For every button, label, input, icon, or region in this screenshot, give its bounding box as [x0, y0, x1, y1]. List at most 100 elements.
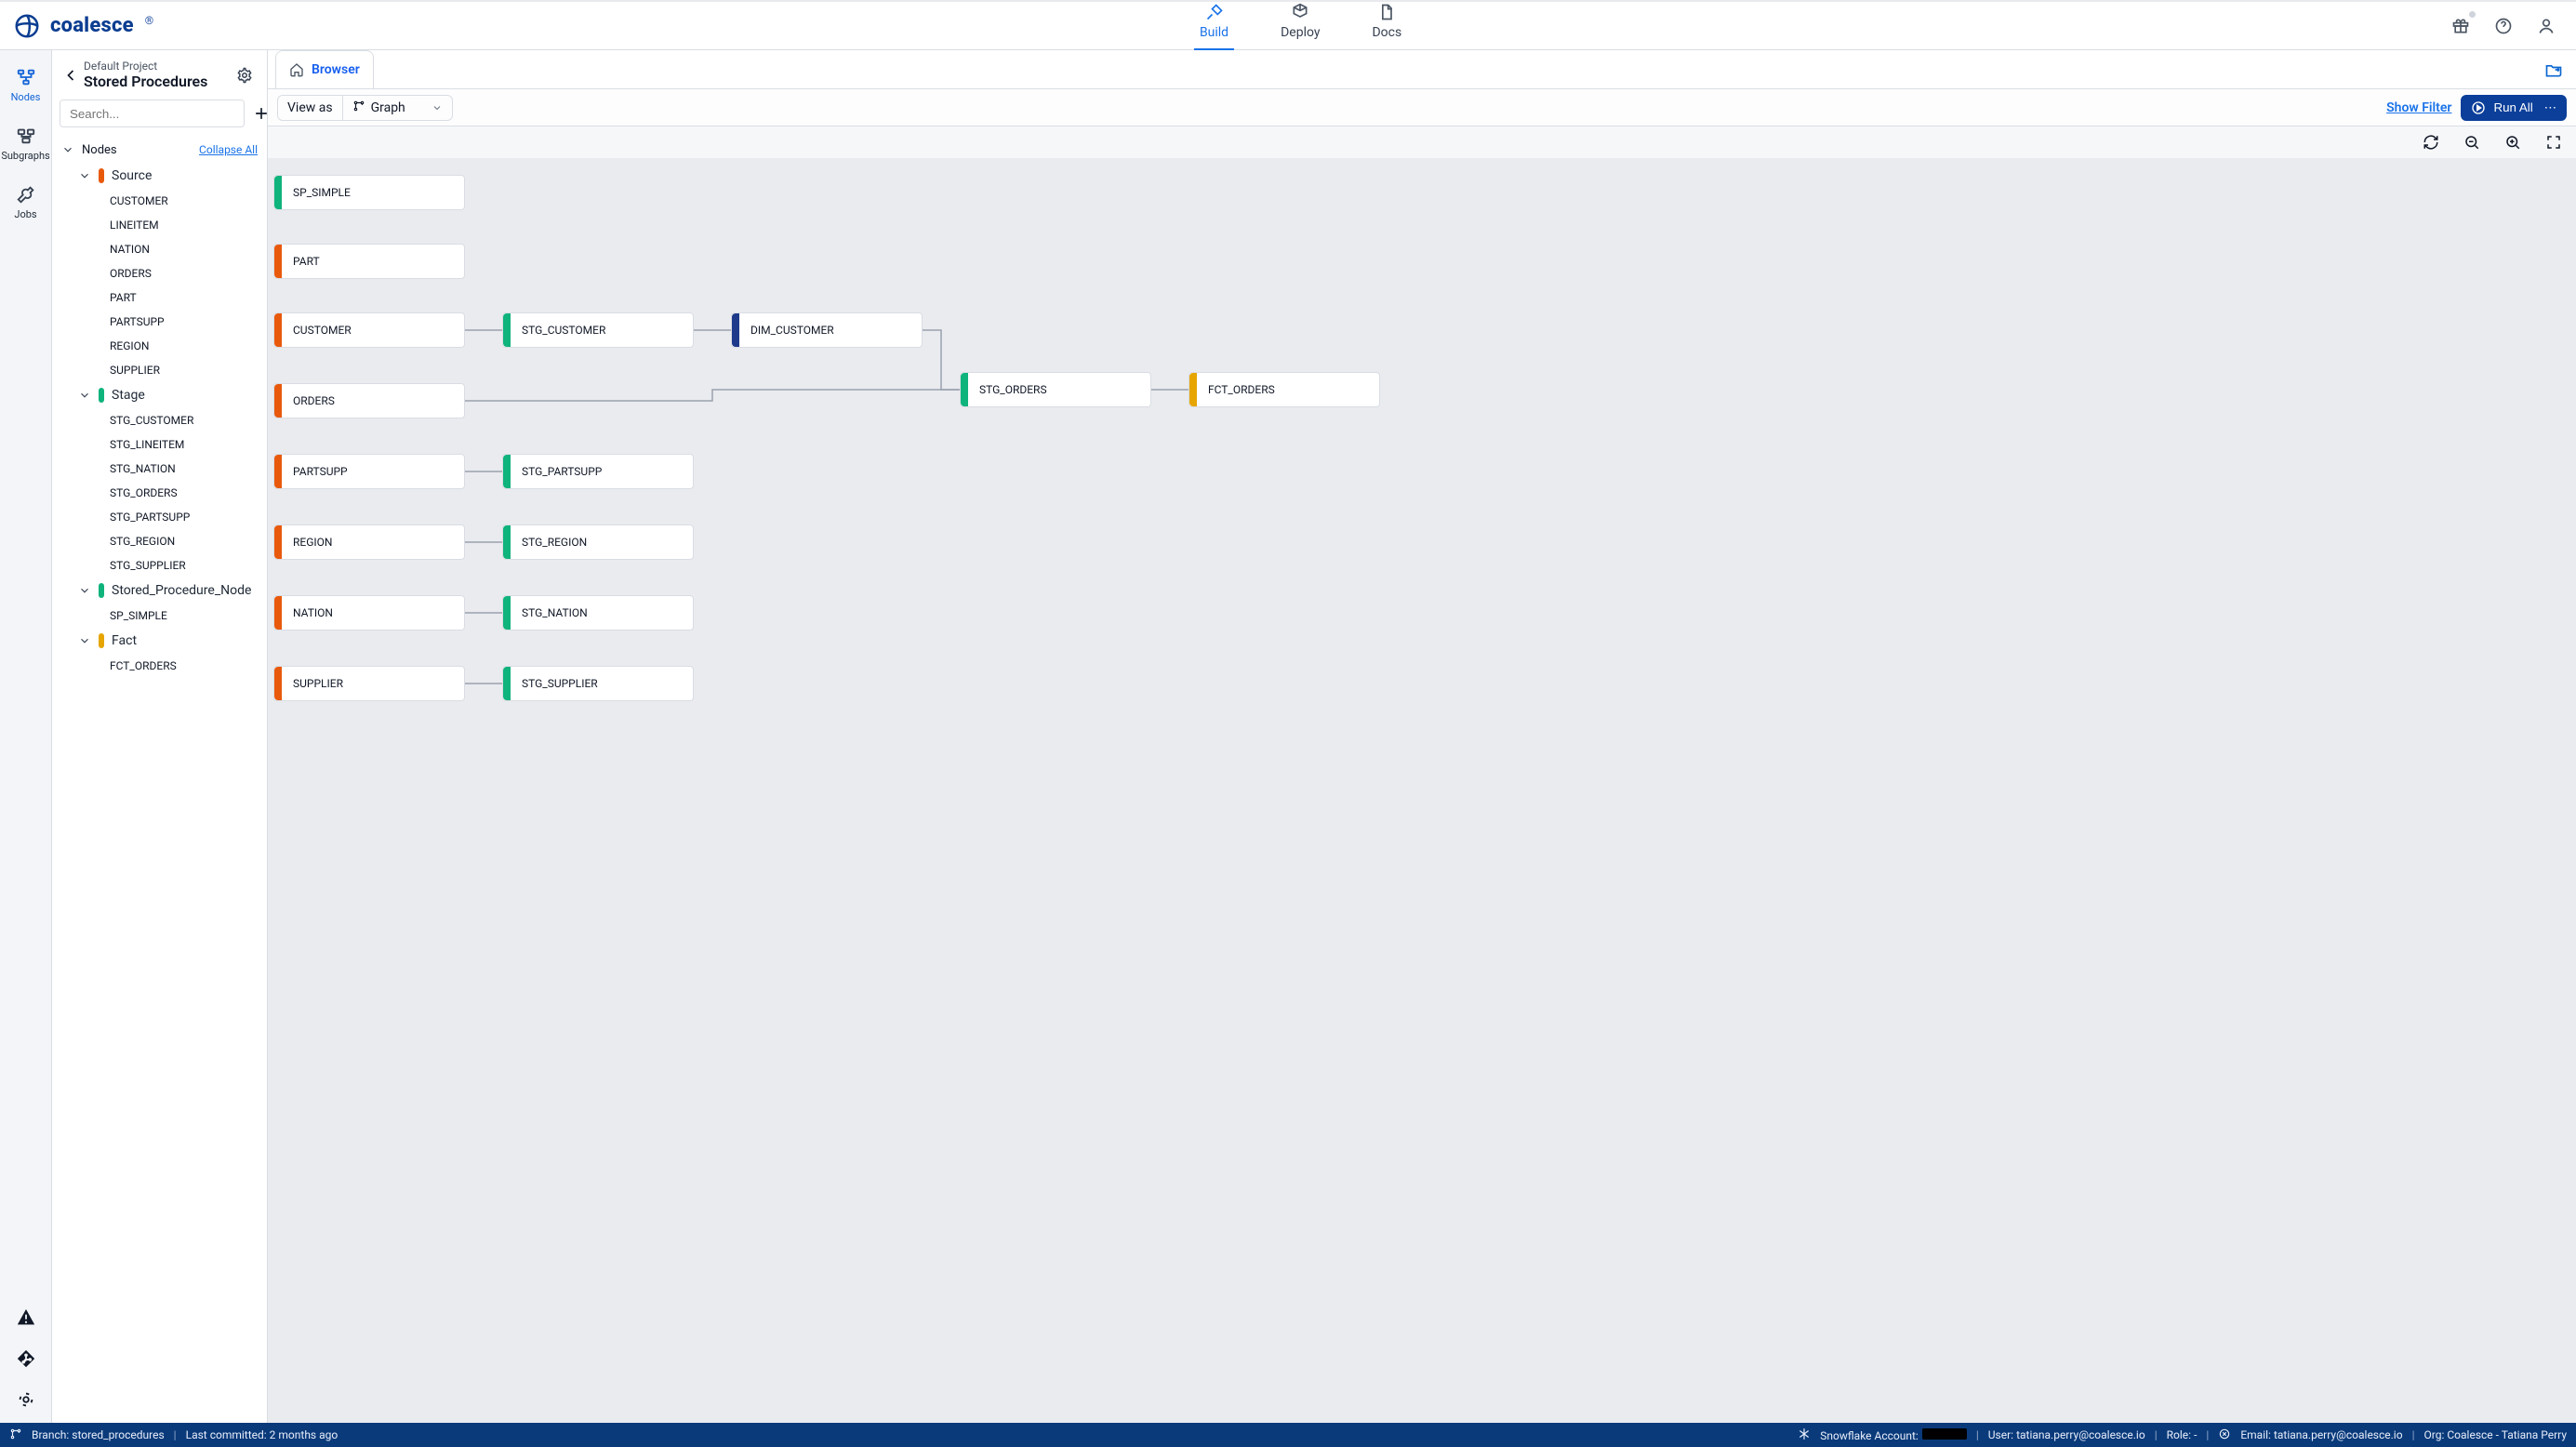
nodes-icon: [16, 67, 36, 87]
tabs: Browser: [268, 50, 374, 88]
leaf-stage-1[interactable]: STG_LINEITEM: [58, 432, 261, 457]
folder-external-icon[interactable]: [2541, 57, 2567, 83]
view-as-segment: View as Graph: [277, 95, 453, 121]
node-color-bar: [503, 313, 511, 347]
leaf-source-3[interactable]: ORDERS: [58, 261, 261, 285]
group-fact-label: Fact: [112, 633, 137, 648]
graph-node-sp_simple[interactable]: SP_SIMPLE: [273, 175, 465, 210]
graph-node-dim_customer[interactable]: DIM_CUSTOMER: [731, 312, 923, 348]
tab-browser[interactable]: Browser: [275, 50, 374, 88]
refresh-icon[interactable]: [2418, 129, 2444, 155]
tree-nodes-header[interactable]: Nodes Collapse All: [58, 137, 261, 163]
node-label: DIM_CUSTOMER: [739, 324, 845, 337]
color-chip-green: [99, 388, 104, 403]
search-input[interactable]: [60, 100, 245, 127]
graph-node-stg_customer[interactable]: STG_CUSTOMER: [502, 312, 694, 348]
rail-jobs-label: Jobs: [14, 208, 36, 220]
run-all-button[interactable]: Run All ⋯: [2461, 95, 2567, 121]
graph-node-region[interactable]: REGION: [273, 524, 465, 560]
group-stage-label: Stage: [112, 388, 145, 403]
nav-docs[interactable]: Docs: [1366, 0, 1407, 49]
group-source[interactable]: Source: [58, 163, 261, 189]
graph-node-stg_region[interactable]: STG_REGION: [502, 524, 694, 560]
leaf-fact-0[interactable]: FCT_ORDERS: [58, 654, 261, 678]
leaf-source-6[interactable]: REGION: [58, 334, 261, 358]
graph-node-stg_partsupp[interactable]: STG_PARTSUPP: [502, 454, 694, 489]
leaf-source-5[interactable]: PARTSUPP: [58, 310, 261, 334]
subgraphs-icon: [16, 126, 36, 146]
git-icon[interactable]: [16, 1348, 36, 1369]
graph-node-stg_orders[interactable]: STG_ORDERS: [960, 372, 1151, 407]
leaf-source-0[interactable]: CUSTOMER: [58, 189, 261, 213]
gear-icon[interactable]: [232, 62, 258, 88]
leaf-source-2[interactable]: NATION: [58, 237, 261, 261]
gift-icon[interactable]: [2448, 13, 2474, 39]
show-filter-link[interactable]: Show Filter: [2386, 100, 2451, 115]
leaf-stage-4[interactable]: STG_PARTSUPP: [58, 505, 261, 529]
zoom-in-icon[interactable]: [2500, 129, 2526, 155]
user-label: User: tatiana.perry@coalesce.io: [1988, 1428, 2145, 1441]
tools-icon: [1205, 3, 1224, 21]
zoom-out-icon[interactable]: [2459, 129, 2485, 155]
user-icon[interactable]: [2533, 13, 2559, 39]
node-label: STG_SUPPLIER: [511, 677, 609, 690]
graph-node-orders[interactable]: ORDERS: [273, 383, 465, 418]
leaf-stage-3[interactable]: STG_ORDERS: [58, 481, 261, 505]
node-label: ORDERS: [282, 394, 346, 407]
tabbar: Browser: [268, 50, 2576, 89]
leaf-source-7[interactable]: SUPPLIER: [58, 358, 261, 382]
group-fact[interactable]: Fact: [58, 628, 261, 654]
leaf-stage-5[interactable]: STG_REGION: [58, 529, 261, 553]
status-bar: Branch: stored_procedures | Last committ…: [0, 1423, 2576, 1447]
rail-subgraphs-label: Subgraphs: [1, 150, 49, 162]
warning-icon[interactable]: [16, 1308, 36, 1328]
tab-browser-label: Browser: [312, 62, 360, 77]
rail-nodes-label: Nodes: [11, 91, 41, 103]
graph-canvas[interactable]: SP_SIMPLE PART CUSTOMER ORDERS PARTSUPP REGIO…: [268, 158, 2576, 1423]
project-name: Default Project: [84, 60, 232, 73]
fullscreen-icon[interactable]: [2541, 129, 2567, 155]
rail-subgraphs[interactable]: Subgraphs: [4, 118, 48, 169]
rail-nodes[interactable]: Nodes: [4, 60, 48, 111]
color-chip-orange: [99, 168, 104, 183]
graph-node-partsupp[interactable]: PARTSUPP: [273, 454, 465, 489]
top-right: [2448, 13, 2576, 39]
graph-node-part[interactable]: PART: [273, 244, 465, 279]
leaf-sp-0[interactable]: SP_SIMPLE: [58, 604, 261, 628]
collapse-all-link[interactable]: Collapse All: [199, 143, 258, 156]
node-color-bar: [732, 313, 739, 347]
leaf-stage-2[interactable]: STG_NATION: [58, 457, 261, 481]
graph-node-fct_orders[interactable]: FCT_ORDERS: [1188, 372, 1380, 407]
nav-build-label: Build: [1200, 25, 1228, 40]
settings-sync-icon[interactable]: [16, 1389, 36, 1410]
role-label: Role: -: [2167, 1428, 2198, 1441]
sidebar-title: Default Project Stored Procedures: [84, 60, 232, 90]
graph-node-stg_supplier[interactable]: STG_SUPPLIER: [502, 666, 694, 701]
node-label: REGION: [282, 536, 343, 549]
node-label: STG_ORDERS: [968, 383, 1058, 396]
view-as-mode[interactable]: Graph: [343, 96, 452, 120]
brand[interactable]: coalesce ®: [0, 12, 153, 40]
node-color-bar: [1189, 373, 1197, 406]
group-stage[interactable]: Stage: [58, 382, 261, 408]
leaf-source-4[interactable]: PART: [58, 285, 261, 310]
rail-jobs[interactable]: Jobs: [4, 177, 48, 228]
more-icon: ⋯: [2544, 100, 2556, 115]
node-color-bar: [274, 245, 282, 278]
node-tree[interactable]: Nodes Collapse All Source CUSTOMER LINEI…: [52, 133, 267, 1423]
leaf-stage-6[interactable]: STG_SUPPLIER: [58, 553, 261, 577]
nav-deploy[interactable]: Deploy: [1275, 0, 1325, 49]
help-icon[interactable]: [2490, 13, 2516, 39]
leaf-stage-0[interactable]: STG_CUSTOMER: [58, 408, 261, 432]
group-sp[interactable]: Stored_Procedure_Node: [58, 577, 261, 604]
group-sp-label: Stored_Procedure_Node: [112, 583, 251, 598]
graph-node-supplier[interactable]: SUPPLIER: [273, 666, 465, 701]
graph-node-customer[interactable]: CUSTOMER: [273, 312, 465, 348]
back-icon[interactable]: [58, 62, 84, 88]
node-color-bar: [274, 525, 282, 559]
graph-node-nation[interactable]: NATION: [273, 595, 465, 631]
leaf-source-1[interactable]: LINEITEM: [58, 213, 261, 237]
graph-node-stg_nation[interactable]: STG_NATION: [502, 595, 694, 631]
sidebar-header: Default Project Stored Procedures: [52, 50, 267, 94]
nav-build[interactable]: Build: [1194, 0, 1234, 49]
